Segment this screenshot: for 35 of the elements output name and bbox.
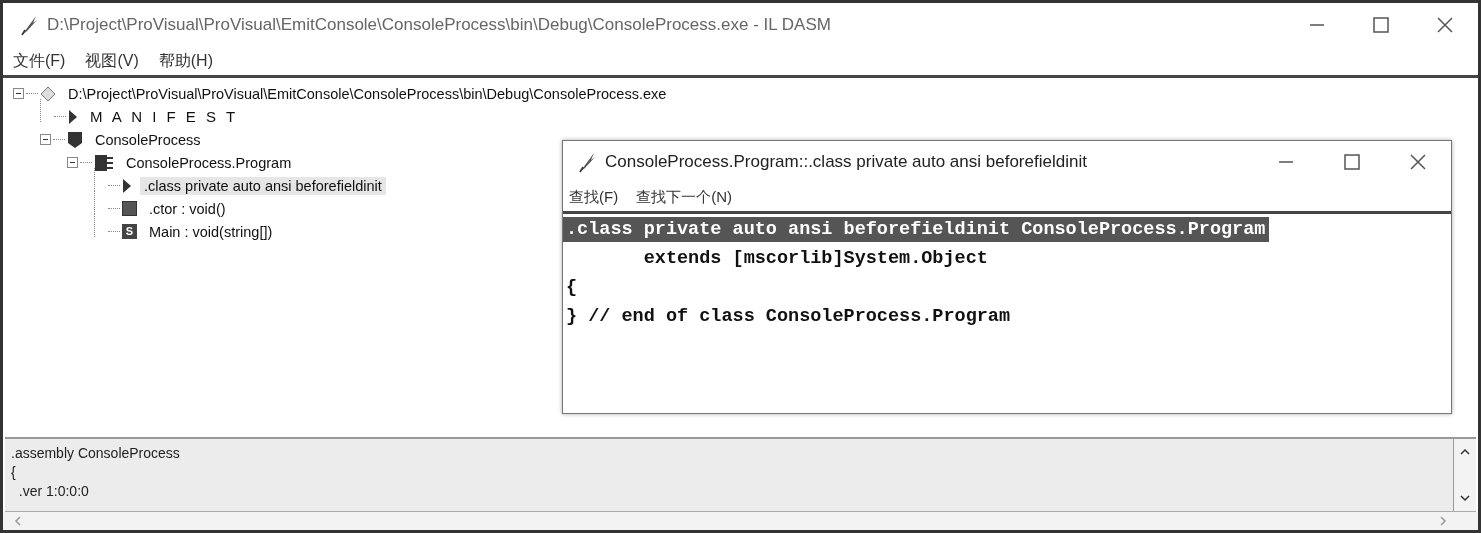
code-line: } // end of class ConsoleProcess.Program <box>565 305 1012 329</box>
scroll-left-icon[interactable] <box>13 515 23 527</box>
maximize-icon[interactable] <box>1343 153 1361 171</box>
maximize-icon[interactable] <box>1372 16 1390 34</box>
tree-item[interactable]: D:\Project\ProVisual\ProVisual\EmitConsole\ConsoleProcess\bin\Debug\ConsoleProcess.exe <box>64 84 671 103</box>
collapse-icon[interactable] <box>40 134 51 145</box>
static-method-icon: S <box>122 224 137 239</box>
diamond-icon <box>40 85 56 102</box>
scroll-up-icon[interactable] <box>1459 447 1471 457</box>
collapse-icon[interactable] <box>67 157 78 168</box>
close-icon[interactable] <box>1409 153 1427 171</box>
shield-icon <box>67 130 83 149</box>
code-line: { <box>565 276 579 300</box>
tree-item[interactable]: Main : void(string[]) <box>145 222 277 241</box>
menu-item[interactable]: 查找(F) <box>569 187 619 207</box>
tree-item[interactable]: .ctor : void() <box>145 199 230 218</box>
menu-item[interactable]: 视图(V) <box>85 50 139 72</box>
tree-item[interactable]: ConsoleProcess.Program <box>122 153 296 172</box>
menu-item[interactable]: 查找下一个(N) <box>636 187 732 207</box>
square-icon <box>122 201 137 216</box>
code-line: extends [mscorlib]System.Object <box>642 247 989 271</box>
class-icon <box>94 153 114 172</box>
tree-item[interactable]: .class private auto ansi beforefieldinit <box>140 176 386 195</box>
tree-item[interactable]: ConsoleProcess <box>91 130 205 149</box>
window-title: ConsoleProcess.Program::.class private auto ansi beforefieldinit <box>605 152 1087 172</box>
scroll-right-icon[interactable] <box>1438 515 1448 527</box>
menu-item[interactable]: 帮助(H) <box>158 50 213 72</box>
window-title: D:\Project\ProVisual\ProVisual\EmitConsole\ConsoleProcess\bin\Debug\ConsoleProcess.exe - IL DASM <box>47 15 831 35</box>
close-icon[interactable] <box>1436 16 1454 34</box>
menu-item[interactable]: 文件(F) <box>13 50 66 72</box>
collapse-icon[interactable] <box>13 88 24 99</box>
triangle-icon <box>68 108 78 125</box>
triangle-icon <box>122 177 132 194</box>
tree-item[interactable]: M A N I F E S T <box>86 107 243 126</box>
scroll-down-icon[interactable] <box>1459 493 1471 503</box>
